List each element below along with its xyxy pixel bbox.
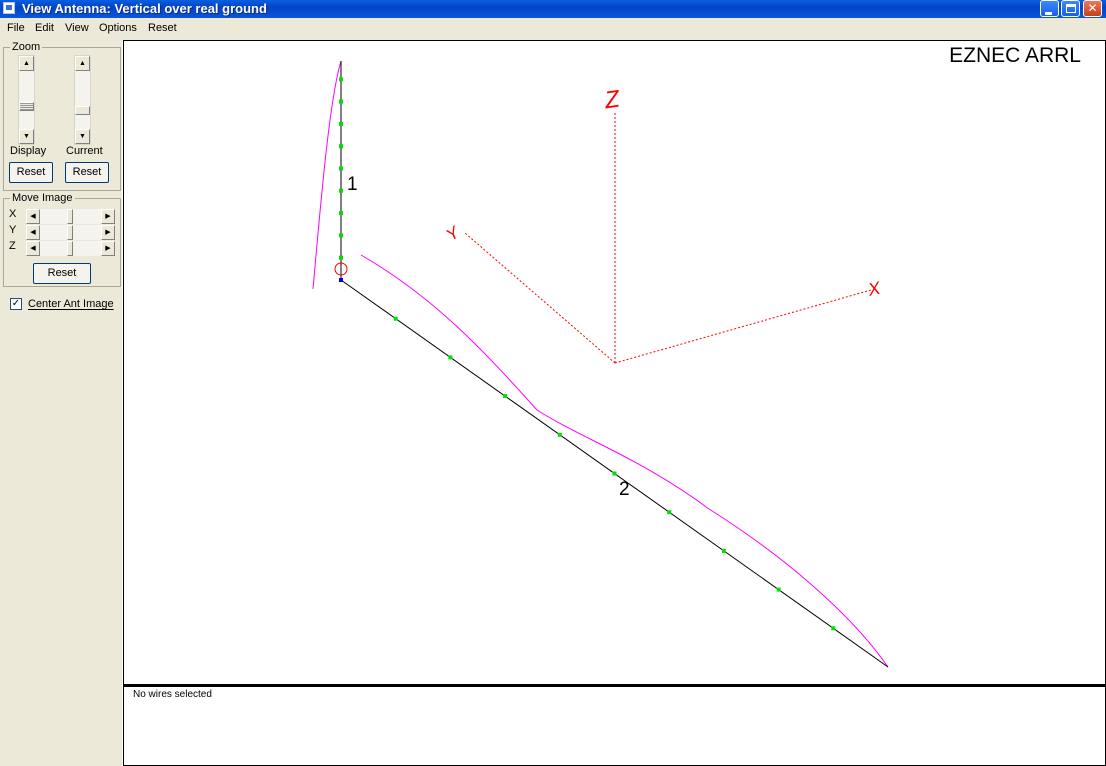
- scroll-up-arrow-icon[interactable]: ▲: [19, 56, 34, 71]
- move-x-scrollbar[interactable]: ◀ ▶: [26, 209, 115, 224]
- menu-options[interactable]: Options: [99, 22, 137, 34]
- segment-marker: [393, 316, 398, 321]
- segment-marker: [339, 188, 343, 193]
- minimize-icon: [1045, 12, 1052, 15]
- zoom-group: Zoom ▲ ▼ ▲ ▼ Display Current Reset Reset: [3, 41, 121, 191]
- close-icon: ✕: [1087, 1, 1098, 15]
- y-axis-line: [464, 232, 616, 364]
- ground-point-icon: [339, 278, 343, 282]
- reset-move-image-button[interactable]: Reset: [33, 263, 91, 284]
- close-button[interactable]: ✕: [1083, 0, 1102, 17]
- control-panel: Zoom ▲ ▼ ▲ ▼ Display Current Reset Reset…: [0, 40, 123, 766]
- menu-file[interactable]: File: [7, 22, 25, 34]
- move-x-thumb[interactable]: [67, 209, 73, 224]
- current-zoom-thumb[interactable]: [75, 106, 90, 115]
- scroll-left-arrow-icon[interactable]: ◀: [26, 241, 40, 256]
- z-axis-label: Z: [9, 240, 16, 252]
- segment-marker: [831, 626, 836, 631]
- scroll-right-arrow-icon[interactable]: ▶: [101, 241, 115, 256]
- title-bar[interactable]: View Antenna: Vertical over real ground …: [0, 0, 1106, 18]
- reset-display-zoom-button[interactable]: Reset: [9, 162, 53, 183]
- move-image-legend: Move Image: [10, 192, 75, 204]
- maximize-icon: [1066, 4, 1076, 13]
- x-axis-label: X: [865, 278, 883, 300]
- display-label: Display: [10, 145, 47, 157]
- segment-marker: [448, 355, 453, 360]
- status-text: No wires selected: [133, 689, 212, 700]
- antenna-drawing: Z Y X 1 2: [312, 60, 889, 668]
- segment-marker: [339, 99, 343, 104]
- segment-marker: [339, 166, 343, 171]
- current-curve-wire-1: [312, 60, 342, 290]
- scroll-right-arrow-icon[interactable]: ▶: [101, 209, 115, 224]
- x-axis-line: [614, 289, 872, 364]
- menu-bar: File Edit View Options Reset: [0, 19, 1106, 39]
- move-y-scrollbar[interactable]: ◀ ▶: [26, 225, 115, 240]
- display-zoom-thumb[interactable]: [19, 102, 34, 111]
- move-y-thumb[interactable]: [67, 225, 73, 240]
- scroll-right-arrow-icon[interactable]: ▶: [101, 225, 115, 240]
- reset-current-zoom-button[interactable]: Reset: [65, 162, 109, 183]
- segment-marker: [339, 77, 343, 82]
- segment-marker: [503, 394, 508, 399]
- scroll-left-arrow-icon[interactable]: ◀: [26, 209, 40, 224]
- move-z-thumb[interactable]: [67, 241, 73, 256]
- segment-marker: [339, 211, 343, 216]
- move-z-scrollbar[interactable]: ◀ ▶: [26, 241, 115, 256]
- scroll-up-arrow-icon[interactable]: ▲: [75, 56, 90, 71]
- x-axis-label: X: [9, 208, 17, 220]
- scroll-down-arrow-icon[interactable]: ▼: [75, 129, 90, 144]
- wire-2-label: 2: [619, 479, 630, 500]
- window-title: View Antenna: Vertical over real ground: [22, 1, 267, 16]
- segment-marker: [339, 233, 343, 238]
- segment-marker: [667, 510, 672, 515]
- maximize-button[interactable]: [1061, 0, 1080, 17]
- status-box: No wires selected: [123, 685, 1106, 766]
- y-axis-label: Y: [9, 224, 17, 236]
- app-icon[interactable]: [3, 2, 15, 14]
- zoom-legend: Zoom: [10, 41, 43, 53]
- y-axis-label: Y: [443, 222, 465, 245]
- antenna-view-canvas[interactable]: EZNEC ARRL Z Y X 1 2: [123, 40, 1106, 685]
- segment-marker: [557, 432, 562, 437]
- menu-reset[interactable]: Reset: [148, 22, 177, 34]
- segment-marker: [612, 471, 617, 476]
- segment-marker: [721, 548, 726, 553]
- current-zoom-scrollbar[interactable]: ▲ ▼: [74, 55, 91, 145]
- segment-marker: [776, 587, 781, 592]
- current-label: Current: [66, 145, 103, 157]
- minimize-button[interactable]: [1040, 0, 1059, 17]
- center-ant-image-label[interactable]: Center Ant Image: [28, 298, 114, 310]
- display-zoom-scrollbar[interactable]: ▲ ▼: [18, 55, 35, 145]
- segment-marker: [339, 144, 343, 149]
- wire-1-label: 1: [347, 174, 358, 195]
- scroll-left-arrow-icon[interactable]: ◀: [26, 225, 40, 240]
- scroll-down-arrow-icon[interactable]: ▼: [19, 129, 34, 144]
- menu-edit[interactable]: Edit: [35, 22, 54, 34]
- menu-view[interactable]: View: [65, 22, 89, 34]
- move-image-group: Move Image X ◀ ▶ Y ◀ ▶ Z ◀ ▶ Reset: [3, 192, 121, 287]
- z-axis-label: Z: [602, 85, 623, 114]
- view-antenna-window: View Antenna: Vertical over real ground …: [0, 0, 1106, 766]
- segment-marker: [339, 121, 343, 126]
- segment-marker: [339, 255, 343, 260]
- center-ant-image-checkbox[interactable]: ✓: [10, 298, 22, 310]
- current-curve-wire-2: [360, 254, 889, 668]
